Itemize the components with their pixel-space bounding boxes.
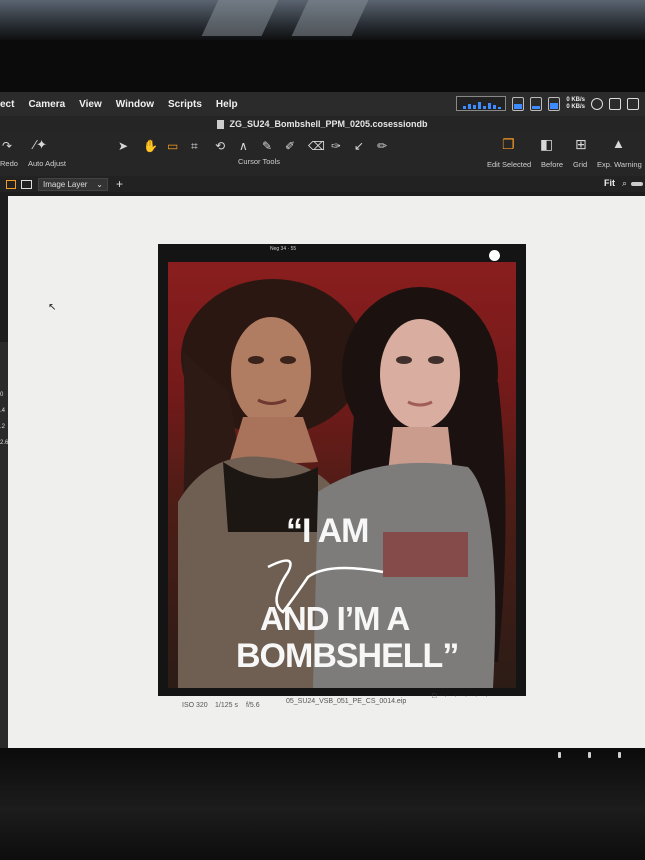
frame-top-label: Neg 34 · 55 <box>270 246 297 252</box>
image-viewer[interactable]: ↖ Neg 34 · 55 “I AM AND I’M A BOMBSHELL”… <box>8 196 645 748</box>
menu-help[interactable]: Help <box>216 99 238 110</box>
net-down: 0 KB/s <box>566 103 585 110</box>
zoom-icon[interactable]: ⌕ <box>622 178 627 189</box>
panel-value: 0 <box>0 392 4 398</box>
brush-tool-icon[interactable]: ✐ <box>285 140 295 152</box>
net-up: 0 KB/s <box>566 96 585 103</box>
cpu-usage-icon <box>548 96 561 111</box>
frame-marker-icon <box>489 250 500 261</box>
rating-dots[interactable]: □ · · · · · <box>432 693 491 700</box>
keystone-tool-icon[interactable]: ∧ <box>239 140 248 152</box>
pan-tool-icon[interactable]: ✋ <box>143 140 158 152</box>
photo: “I AM AND I’M A BOMBSHELL” <box>168 262 516 688</box>
capture-one-window: ect Camera View Window Scripts Help 0 KB… <box>0 92 645 748</box>
zoom-slider[interactable] <box>631 182 643 186</box>
before-button[interactable]: Before <box>541 160 563 169</box>
menu-bar: ect Camera View Window Scripts Help 0 KB… <box>0 92 645 116</box>
title-bar: ZG_SU24_Bombshell_PPM_0205.cosessiondb <box>0 116 645 132</box>
annotate-tool-icon[interactable]: ✏ <box>377 140 387 152</box>
before-icon[interactable]: ◧ <box>540 137 553 151</box>
room-background <box>0 0 645 40</box>
ceiling-beam <box>291 0 369 36</box>
grid-icon[interactable]: ⊞ <box>575 137 587 151</box>
shutter-value: 1/125 s <box>215 702 238 709</box>
add-layer-icon[interactable]: + <box>116 177 123 191</box>
healing-tool-icon[interactable]: ↙ <box>354 140 364 152</box>
quote-line-1: “I AM <box>286 512 370 550</box>
pointer-tool-icon[interactable]: ➤ <box>118 140 128 152</box>
layer-select[interactable]: Image Layer ⌄ <box>38 177 108 191</box>
viewer-options-bar: Image Layer ⌄ + Fit ⌕ <box>0 176 645 192</box>
network-speed: 0 KB/s 0 KB/s <box>566 97 585 111</box>
zoom-fit[interactable]: Fit <box>604 178 615 188</box>
aperture-value: f/5.6 <box>246 702 260 709</box>
menu-window[interactable]: Window <box>116 99 154 110</box>
monitor-bezel-top <box>0 40 645 92</box>
monitor-button <box>588 752 591 758</box>
quote-line-3: BOMBSHELL” <box>236 637 459 675</box>
window-toggle-icon[interactable] <box>627 97 639 110</box>
auto-adjust-button[interactable]: Auto Adjust <box>28 159 66 168</box>
picker-tool-icon[interactable]: ✎ <box>262 140 272 152</box>
window-title: ZG_SU24_Bombshell_PPM_0205.cosessiondb <box>229 119 428 129</box>
image-filename: 05_SU24_VSB_051_PE_CS_0014.eip <box>286 698 407 705</box>
monitor-button <box>558 752 561 758</box>
panel-value: .4 <box>0 408 6 414</box>
crop-tool-icon[interactable]: ⌗ <box>191 140 198 152</box>
rotate-tool-icon[interactable]: ⟲ <box>215 140 225 152</box>
exp-warning-button[interactable]: Exp. Warning <box>597 160 642 169</box>
gradient-tool-icon[interactable]: ✑ <box>331 140 341 152</box>
menu-camera[interactable]: Camera <box>28 99 65 110</box>
image-frame[interactable]: Neg 34 · 55 “I AM AND I’M A BOMBSHELL” <box>158 244 526 696</box>
chevron-down-icon: ⌄ <box>96 179 103 189</box>
monitor-bezel-bottom <box>0 748 645 860</box>
grid-button[interactable]: Grid <box>573 160 587 169</box>
sync-icon[interactable] <box>609 97 621 110</box>
edit-selected-icon[interactable]: ❐ <box>502 137 515 151</box>
status-area: 0 KB/s 0 KB/s <box>456 96 639 111</box>
activity-meter <box>456 96 507 111</box>
mouse-cursor-icon: ↖ <box>48 302 57 313</box>
menu-scripts[interactable]: Scripts <box>168 99 202 110</box>
monitor-button <box>618 752 621 758</box>
redo-icon[interactable]: ↷ <box>2 140 12 152</box>
iso-value: ISO 320 <box>182 702 208 709</box>
edit-selected-button[interactable]: Edit Selected <box>487 160 531 169</box>
redo-label[interactable]: Redo <box>0 159 18 168</box>
eraser-tool-icon[interactable]: ⌫ <box>308 140 325 152</box>
toolbar: ↷ Redo ⁄✦ Auto Adjust ➤ ✋ ▭ ⌗ ⟲ ∧ ✎ ✐ ⌫ … <box>0 132 645 176</box>
disk-usage-icon <box>512 96 525 111</box>
crop-select-tool-icon[interactable]: ▭ <box>167 140 178 152</box>
menu-select[interactable]: ect <box>0 99 14 110</box>
memory-usage-icon <box>530 96 543 111</box>
quote-line-2: AND I’M A <box>260 600 410 637</box>
document-icon <box>217 119 225 129</box>
auto-adjust-icon[interactable]: ⁄✦ <box>34 138 47 151</box>
layer-select-value: Image Layer <box>43 179 88 189</box>
mask-icon[interactable] <box>21 179 32 189</box>
exposure-warning-icon[interactable]: ▲ <box>612 137 625 150</box>
frame-icon[interactable] <box>6 179 16 189</box>
cursor-tools-label: Cursor Tools <box>238 157 280 166</box>
panel-value: .2 <box>0 424 6 430</box>
info-icon[interactable] <box>591 97 603 110</box>
ceiling-beam <box>201 0 279 36</box>
menu-view[interactable]: View <box>79 99 102 110</box>
